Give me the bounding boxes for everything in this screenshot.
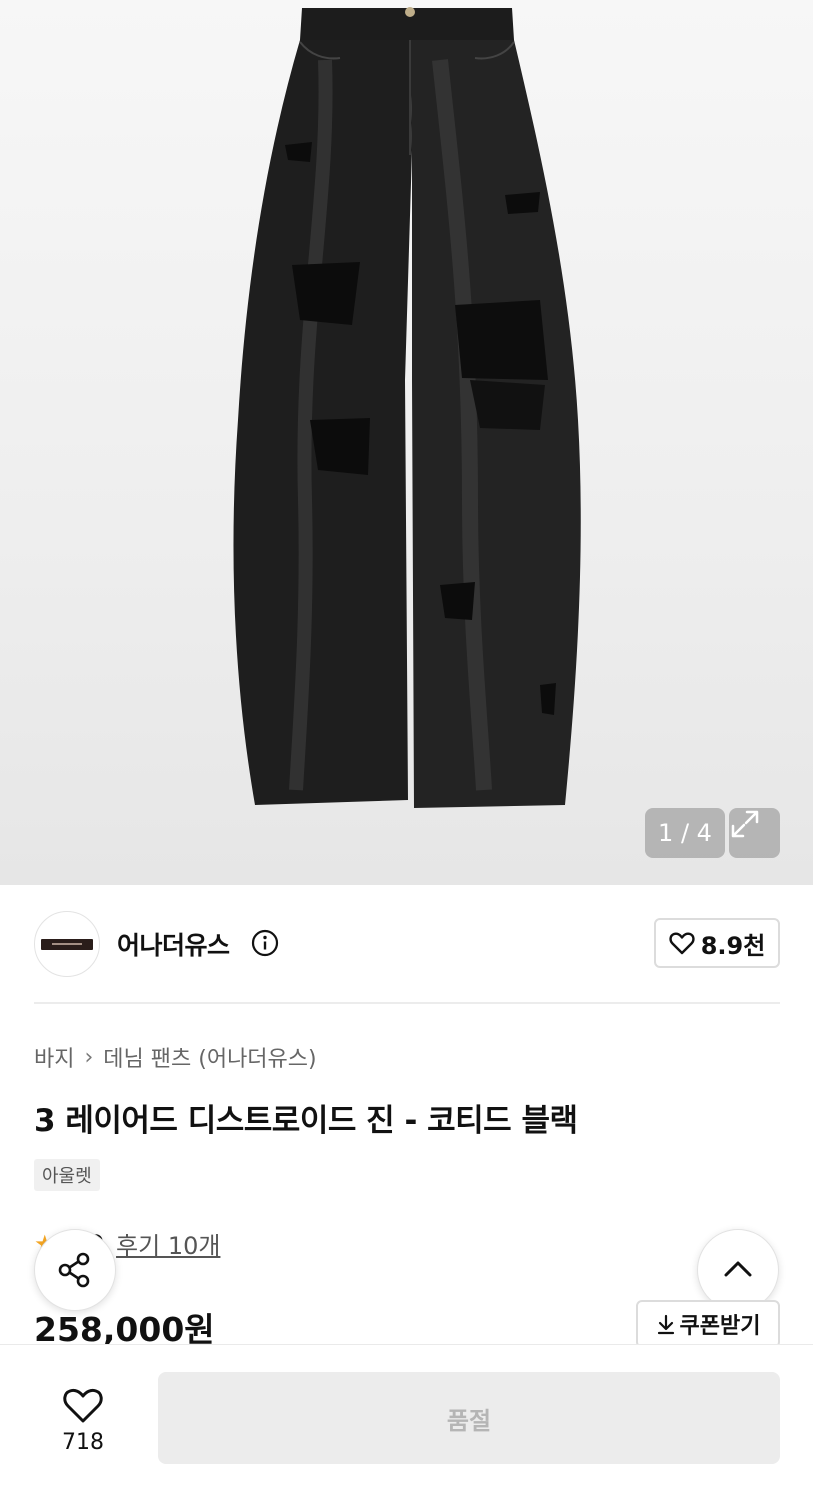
image-counter: 1 / 4: [645, 808, 725, 858]
brand-like-button[interactable]: 8.9천: [654, 918, 780, 968]
share-icon: [58, 1252, 90, 1288]
product-image-gallery[interactable]: 1 / 4: [0, 0, 813, 885]
chevron-right-icon: ›: [84, 1044, 94, 1070]
heart-icon: [669, 932, 695, 955]
brand-logo[interactable]: [34, 911, 100, 977]
review-count-link[interactable]: 후기 10개: [116, 1226, 220, 1261]
wishlist-button[interactable]: 718: [34, 1375, 132, 1465]
scroll-top-button[interactable]: [697, 1229, 779, 1311]
download-icon: [657, 1314, 674, 1335]
brand-like-count: 8.9천: [700, 931, 766, 960]
breadcrumb: 바지 › 데님 팬츠 (어나더유스): [34, 1041, 317, 1073]
outlet-tag: 아울렛: [34, 1159, 100, 1191]
sold-out-button[interactable]: 품절: [158, 1372, 780, 1464]
wishlist-count: 718: [62, 1429, 104, 1455]
coupon-button[interactable]: 쿠폰받기: [636, 1300, 780, 1348]
expand-icon[interactable]: [729, 808, 780, 858]
divider: [34, 1002, 780, 1004]
bottom-action-bar: 718 품절: [0, 1344, 813, 1500]
chevron-up-icon: [724, 1261, 752, 1277]
product-title: 3 레이어드 디스트로이드 진 - 코티드 블랙: [34, 1103, 578, 1139]
share-button[interactable]: [34, 1229, 116, 1311]
info-icon[interactable]: [251, 929, 279, 957]
brand-logo-mark: [41, 938, 93, 950]
brand-name[interactable]: 어나더유스: [117, 926, 230, 962]
coupon-label: 쿠폰받기: [679, 1314, 761, 1339]
product-image: [233, 7, 581, 808]
breadcrumb-category[interactable]: 바지: [34, 1041, 74, 1073]
breadcrumb-subcategory[interactable]: 데님 팬츠 (어나더유스): [103, 1041, 316, 1073]
heart-icon: [63, 1388, 103, 1422]
